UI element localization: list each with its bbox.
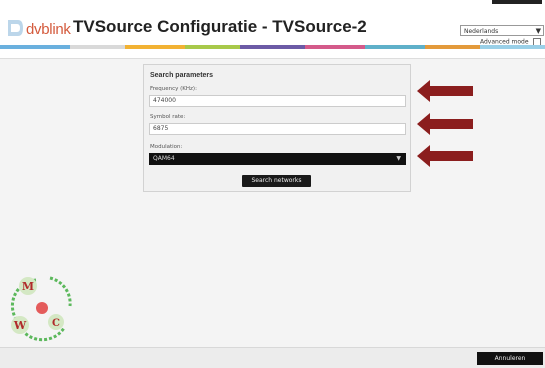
dvblink-logo-icon (8, 20, 23, 36)
symbol-rate-input[interactable]: 6875 (149, 123, 406, 135)
arrow-annotation-icon (417, 80, 473, 102)
logo-text: dvblink (26, 21, 71, 38)
watermark-letter-m: M (22, 280, 34, 293)
modulation-value: QAM64 (153, 155, 175, 162)
symbol-rate-label: Symbol rate: (150, 114, 186, 120)
cancel-button[interactable]: Annuleren (477, 352, 543, 365)
chevron-down-icon: ▼ (535, 27, 541, 35)
stripe-segment (425, 45, 480, 49)
stripe-segment (480, 45, 545, 49)
watermark-letter-w: W (13, 319, 27, 332)
arrow-annotation-icon (417, 145, 473, 167)
page-title: TVSource Configuratie - TVSource-2 (73, 17, 367, 36)
stripe-segment (305, 45, 365, 49)
stripe-segment (365, 45, 425, 49)
chevron-down-icon: ▼ (396, 155, 401, 162)
footer-bar (0, 347, 545, 368)
frequency-input[interactable]: 474000 (149, 95, 406, 107)
header-bar: dvblink TVSource Configuratie - TVSource… (0, 0, 545, 58)
dvblink-logo: dvblink (6, 17, 71, 41)
modulation-label: Modulation: (150, 144, 183, 150)
symbol-rate-value: 6875 (153, 125, 169, 132)
frequency-label: Frequency (KHz): (150, 86, 197, 92)
modulation-select[interactable]: QAM64 ▼ (149, 153, 406, 165)
header-divider (0, 58, 545, 59)
language-select[interactable]: Nederlands ▼ (460, 25, 544, 36)
stripe-segment (185, 45, 240, 49)
color-stripe (0, 45, 545, 49)
frequency-value: 474000 (153, 97, 176, 104)
stripe-segment (125, 45, 185, 49)
stripe-segment (0, 45, 70, 49)
arrow-annotation-icon (417, 113, 473, 135)
watermark-letter-c: C (52, 318, 60, 329)
search-networks-button[interactable]: Search networks (242, 175, 311, 187)
top-mini-bar (492, 0, 542, 4)
language-value: Nederlands (464, 28, 499, 35)
stripe-segment (240, 45, 305, 49)
search-parameters-panel: Search parameters Frequency (KHz): 47400… (143, 64, 411, 192)
stripe-segment (70, 45, 125, 49)
panel-title: Search parameters (150, 72, 214, 79)
mwc-watermark-logo: M W C (10, 276, 72, 342)
